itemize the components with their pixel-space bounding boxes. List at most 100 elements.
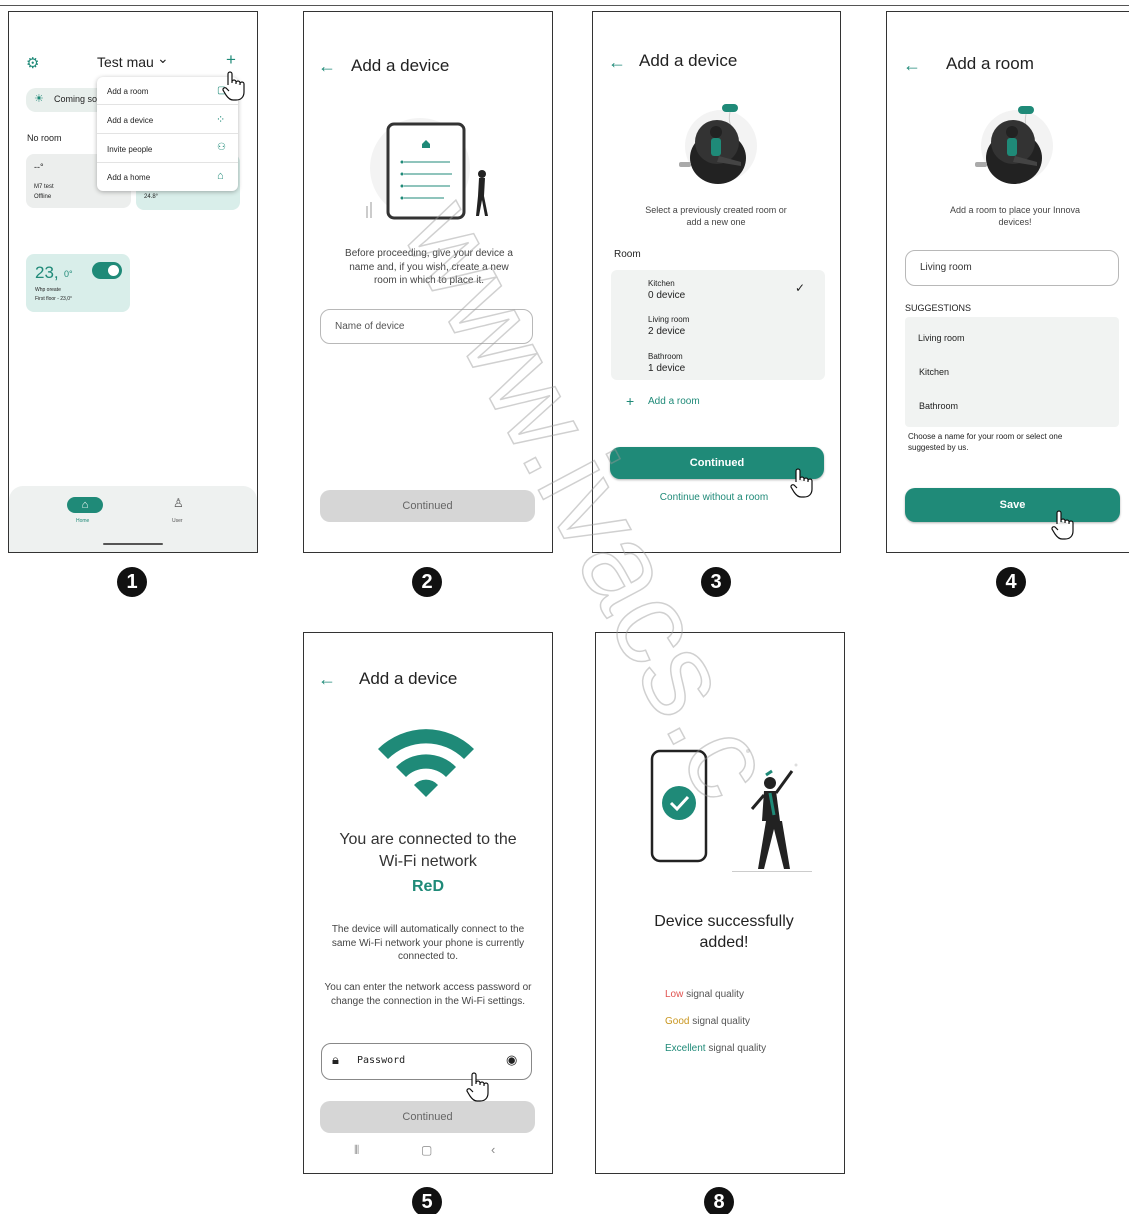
menu-item-add-device[interactable]: Add a device ⁘ (97, 106, 238, 134)
device-name-input[interactable]: Name of device (320, 309, 533, 344)
hand-cursor-icon (466, 1072, 489, 1102)
continue-without-room-link[interactable]: Continue without a room (611, 492, 817, 503)
hand-cursor-icon (222, 71, 245, 101)
checkmark-icon: ✓ (795, 281, 806, 295)
back-arrow-icon[interactable]: ← (318, 56, 336, 77)
screen-title: Add a device (351, 56, 450, 75)
android-nav-bar: ⦀ ▢ ‹ (304, 1141, 552, 1165)
screen-add-room: ← Add a room Add a room to place your In… (886, 11, 1129, 553)
back-arrow-icon[interactable]: ← (318, 669, 336, 690)
lock-icon: 🔒︎ (332, 1052, 339, 1067)
add-room-label: Add a room (648, 396, 700, 407)
continue-button[interactable]: Continued (320, 1101, 535, 1133)
back-button-icon[interactable]: ‹ (491, 1142, 495, 1157)
person-in-chair-illustration (679, 104, 757, 184)
popup-menu: Add a room ▢ Add a device ⁘ Invite peopl… (97, 77, 238, 191)
password-placeholder: Password (357, 1055, 406, 1066)
plus-icon: + (626, 393, 635, 409)
auto-connect-text: The device will automatically connect to… (331, 924, 525, 962)
eye-icon[interactable]: ◉ (506, 1052, 517, 1068)
suggestion-list: Living room Kitchen Bathroom (905, 317, 1119, 427)
nav-user[interactable]: ♙ User (168, 496, 192, 526)
room-count: 1 device (648, 363, 686, 374)
signal-excellent-row: Excellent signal quality (665, 1043, 766, 1054)
hint-text: Choose a name for your room or select on… (908, 432, 1063, 452)
room-label: Room (614, 249, 641, 260)
people-icon: ⚇ (217, 142, 226, 153)
gear-icon[interactable]: ⚙ (26, 54, 39, 72)
tablet-illustration (366, 118, 488, 220)
temperature-decimal: 0° (64, 269, 73, 279)
step-badge-2: 2 (412, 567, 442, 597)
thermostat-card[interactable]: 23, 0° Whp oreate First floor - 23,0° (26, 254, 130, 312)
continue-button[interactable]: Continued (320, 490, 535, 522)
password-hint-text: You can enter the network access passwor… (324, 982, 532, 1007)
thermostat-location: First floor - 23,0° (35, 296, 73, 302)
step-badge-8: 8 (704, 1187, 734, 1214)
screen-wifi-connection: ← Add a device You are connected to the … (303, 632, 553, 1174)
menu-item-add-home[interactable]: Add a home ⌂ (97, 164, 238, 191)
home-icon: ⌂ (67, 497, 103, 513)
signal-low-row: Low signal quality (665, 989, 744, 1000)
room-name: Bathroom (648, 352, 683, 361)
suggestion-item-kitchen[interactable]: Kitchen (919, 367, 949, 377)
signal-excellent-word: Excellent (665, 1043, 706, 1054)
step-badge-5: 5 (412, 1187, 442, 1214)
nav-label: Home (76, 518, 90, 524)
device-status: Offline (34, 194, 52, 200)
menu-item-add-room[interactable]: Add a room ▢ (97, 77, 238, 105)
room-name: Kitchen (648, 279, 675, 288)
hand-cursor-icon (790, 468, 813, 498)
description: Before proceeding, give your device a na… (345, 248, 513, 286)
description: Select a previously created room or add … (645, 205, 787, 228)
user-icon: ♙ (173, 496, 184, 510)
save-button[interactable]: Save (905, 488, 1120, 522)
room-name-input[interactable]: Living room (905, 250, 1119, 286)
menu-item-label: Add a room (107, 87, 149, 96)
bottom-nav: ⌂ Home ♙ User (9, 486, 257, 552)
password-input[interactable]: 🔒︎ Password ◉ (321, 1043, 532, 1080)
success-illustration (650, 749, 812, 872)
step-badge-3: 3 (701, 567, 731, 597)
device-grid-icon: ⁘ (216, 114, 226, 126)
wifi-icon (378, 729, 474, 797)
suggestion-item-bathroom[interactable]: Bathroom (919, 401, 958, 411)
person-in-chair-illustration (975, 106, 1053, 184)
back-arrow-icon[interactable]: ← (903, 55, 921, 76)
signal-good-row: Good signal quality (665, 1016, 750, 1027)
screen-select-room: ← Add a device Select a previously creat… (592, 11, 841, 553)
chevron-down-icon[interactable]: ⌄ (157, 50, 169, 67)
signal-good-rest: signal quality (689, 1016, 751, 1027)
home-icon: ⌂ (217, 170, 224, 182)
home-title[interactable]: Test mau (97, 54, 154, 70)
hand-cursor-icon (1051, 510, 1074, 540)
description: Add a room to place your Innova devices! (949, 205, 1081, 228)
room-item-kitchen[interactable]: Kitchen 0 device ✓ (611, 272, 825, 306)
add-room-link[interactable]: + Add a room (626, 393, 746, 411)
back-arrow-icon[interactable]: ← (608, 52, 626, 73)
device-name: M7 test (34, 184, 54, 190)
plus-icon[interactable]: + (226, 50, 236, 70)
home-indicator (103, 543, 163, 545)
power-toggle[interactable] (92, 262, 122, 279)
top-rule (0, 0, 1129, 6)
connected-line-1: You are connected to the (339, 831, 517, 848)
success-line-1: Device successfully (654, 913, 794, 930)
screen-title: Add a room (946, 54, 1034, 73)
nav-home[interactable]: ⌂ Home (67, 497, 103, 527)
recent-apps-icon[interactable]: ⦀ (354, 1143, 359, 1158)
device-value: --° (34, 162, 44, 172)
room-item-bathroom[interactable]: Bathroom 1 device (611, 345, 825, 379)
suggestion-item-living-room[interactable]: Living room (918, 333, 965, 343)
room-item-living-room[interactable]: Living room 2 device (611, 308, 825, 342)
room-count: 0 device (648, 290, 686, 301)
success-line-2: added! (699, 934, 749, 951)
screen-add-device-name: ← Add a device Before proceeding, give y… (303, 11, 553, 553)
connected-line-2: Wi-Fi network (379, 853, 477, 870)
menu-item-label: Add a device (107, 116, 154, 125)
menu-item-invite-people[interactable]: Invite people ⚇ (97, 135, 238, 163)
suggestions-label: SUGGESTIONS (905, 303, 972, 313)
thermostat-name: Whp oreate (35, 287, 61, 293)
no-room-label: No room (27, 133, 62, 143)
home-button-icon[interactable]: ▢ (421, 1143, 432, 1157)
